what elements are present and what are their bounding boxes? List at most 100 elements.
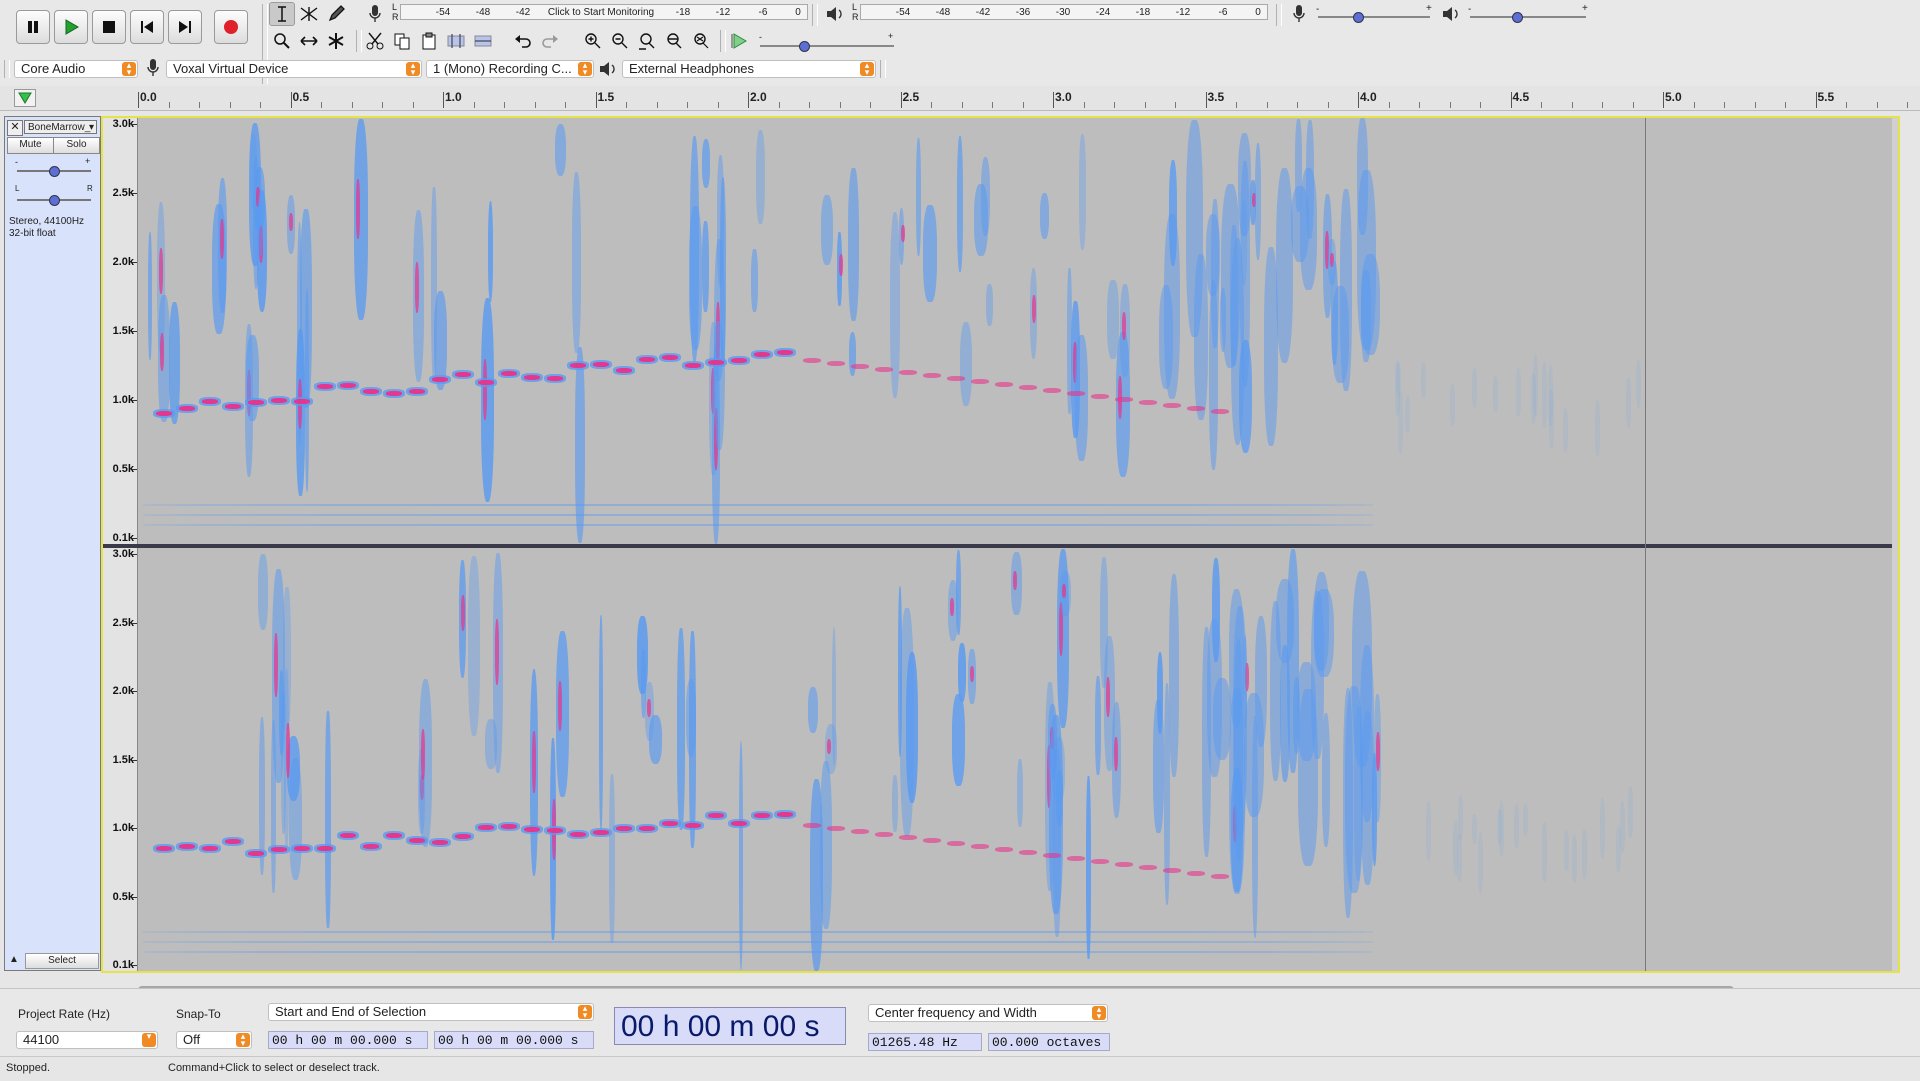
silence-audio-button[interactable]: [470, 29, 496, 53]
track-control-panel[interactable]: ✕ BoneMarrow_ ▾ Mute Solo - + L R Stereo…: [4, 116, 101, 971]
zoom-toggle-button[interactable]: [688, 29, 714, 53]
spectral-peak: [646, 699, 651, 718]
skip-to-start-button[interactable]: [130, 10, 164, 44]
fundamental-pitch: [708, 812, 724, 818]
selection-end-time[interactable]: 00 h 00 m 00.000 s: [434, 1031, 594, 1049]
snap-to-select[interactable]: Off ▴ ▾: [176, 1031, 252, 1049]
play-at-speed-knob[interactable]: [798, 41, 810, 52]
playback-volume-slider[interactable]: [1470, 16, 1586, 18]
fundamental-pitch: [662, 354, 678, 360]
selection-mode-select[interactable]: Start and End of Selection ▴ ▾: [268, 1003, 594, 1021]
paste-button[interactable]: [416, 29, 442, 53]
recording-channels-select[interactable]: 1 (Mono) Recording C... ▴ ▾: [426, 60, 594, 78]
project-rate-select[interactable]: 44100 ▾: [16, 1031, 158, 1049]
audio-host-select[interactable]: Core Audio ▴ ▾: [14, 60, 138, 78]
solo-button[interactable]: Solo: [53, 137, 100, 154]
toolbar-grip[interactable]: [880, 60, 886, 78]
skip-to-end-button[interactable]: [168, 10, 202, 44]
spectral-streak: [738, 740, 744, 970]
gain-slider-knob[interactable]: [49, 166, 60, 177]
frequency-label: 0.5k: [112, 463, 134, 475]
multi-tool[interactable]: [323, 29, 349, 53]
bandwidth-control[interactable]: 00.000 octaves: [988, 1033, 1110, 1051]
playback-device-select[interactable]: External Headphones ▴ ▾: [622, 60, 876, 78]
fundamental-pitch: [1139, 400, 1157, 405]
record-button[interactable]: [214, 10, 248, 44]
spectral-streak: [952, 694, 966, 787]
ruler-minor-tick: [168, 102, 170, 108]
chevron-updown-icon: ▴ ▾: [578, 1004, 592, 1020]
frequency-label: 3.0k: [112, 548, 134, 560]
playback-meter-button[interactable]: [822, 2, 848, 26]
spectral-peak: [1062, 584, 1067, 599]
pin-playhead-button[interactable]: [14, 89, 36, 107]
toolbar-grip[interactable]: [4, 60, 10, 78]
record-meter[interactable]: -54 -48 -42 Click to Start Monitoring -1…: [400, 4, 808, 20]
ruler-label: 5.5: [1817, 90, 1835, 104]
selection-tool[interactable]: [269, 2, 295, 26]
record-volume-slider[interactable]: [1318, 16, 1430, 18]
cut-button[interactable]: [362, 29, 388, 53]
bandwidth-unit: octaves: [1046, 1035, 1102, 1050]
spectral-mode-select[interactable]: Center frequency and Width ▴ ▾: [868, 1004, 1108, 1022]
time-shift-tool[interactable]: [296, 29, 322, 53]
envelope-tool[interactable]: [296, 2, 322, 26]
close-track-button[interactable]: ✕: [7, 120, 23, 136]
playback-volume-knob[interactable]: [1512, 12, 1524, 23]
click-to-start-monitoring[interactable]: Click to Start Monitoring: [548, 7, 654, 18]
pan-slider-knob[interactable]: [49, 195, 60, 206]
fundamental-pitch: [317, 383, 333, 389]
center-frequency-unit: Hz: [942, 1035, 958, 1050]
ruler-minor-tick: [687, 102, 688, 108]
zoom-out-button[interactable]: [607, 29, 633, 53]
center-frequency-control[interactable]: 01265.48 Hz: [868, 1033, 982, 1051]
play-at-speed-slider[interactable]: [760, 45, 894, 47]
spectral-peak: [461, 595, 466, 631]
recording-device-select[interactable]: Voxal Virtual Device ▴ ▾: [166, 60, 422, 78]
track-name-menu[interactable]: BoneMarrow_ ▾: [24, 120, 97, 134]
mute-button[interactable]: Mute: [7, 137, 54, 154]
zoom-tool[interactable]: [269, 29, 295, 53]
chevron-down-icon: ▾: [142, 1032, 156, 1047]
audio-position-time[interactable]: 00 h 00 m 00 s: [614, 1007, 846, 1045]
fundamental-pitch: [899, 835, 917, 840]
playback-meter[interactable]: -54 -48 -42 -36 -30 -24 -18 -12 -6 0: [860, 4, 1268, 20]
meter-tick: -54: [435, 7, 451, 18]
selection-start-time[interactable]: 00 h 00 m 00.000 s: [268, 1031, 428, 1049]
zoom-in-button[interactable]: [580, 29, 606, 53]
timeline-ruler[interactable]: 0.0 0.5 1.0 1.5 2.0 2.5 3.0 3.5 4.0 4.5 5.0 5.5: [0, 86, 1920, 111]
fit-selection-button[interactable]: [634, 29, 660, 53]
play-button[interactable]: [54, 10, 88, 44]
spectral-streak: [325, 711, 331, 929]
stop-button[interactable]: [92, 10, 126, 44]
vertical-scrollbar[interactable]: [1892, 118, 1898, 971]
spectral-streak: [1075, 334, 1088, 461]
spectrogram-right-channel[interactable]: [138, 548, 1898, 971]
fundamental-pitch: [1187, 871, 1205, 876]
fundamental-pitch: [1115, 862, 1133, 867]
pause-button[interactable]: [16, 10, 50, 44]
fundamental-pitch: [851, 829, 869, 834]
draw-tool[interactable]: [323, 2, 349, 26]
select-track-button[interactable]: Select: [25, 953, 99, 969]
redo-button[interactable]: [537, 29, 563, 53]
trim-audio-button[interactable]: [443, 29, 469, 53]
faint-residue: [1426, 801, 1432, 862]
ruler-label: 2.5: [902, 90, 920, 104]
ruler-minor-tick: [1754, 102, 1756, 108]
fit-project-button[interactable]: [661, 29, 687, 53]
toolbar-grip[interactable]: [1276, 4, 1282, 26]
collapse-track-button[interactable]: ▲: [7, 953, 21, 967]
ruler-minor-tick: [351, 102, 353, 108]
play-at-speed-button[interactable]: [726, 29, 752, 53]
undo-button[interactable]: [510, 29, 536, 53]
chevron-updown-icon: ▴ ▾: [236, 1032, 250, 1048]
record-meter-button[interactable]: [362, 2, 388, 26]
low-frequency-band: [143, 504, 1373, 506]
copy-button[interactable]: [389, 29, 415, 53]
ruler-label: 1.0: [445, 90, 462, 104]
record-volume-knob[interactable]: [1353, 12, 1365, 23]
toolbar-grip[interactable]: [812, 4, 818, 26]
spectrogram-view[interactable]: 3.0k 2.5k 2.0k 1.5k 1.0k 0.5k 0.1k 3.0k 2.5k 2.0…: [101, 116, 1900, 973]
spectrogram-left-channel[interactable]: [138, 118, 1898, 544]
